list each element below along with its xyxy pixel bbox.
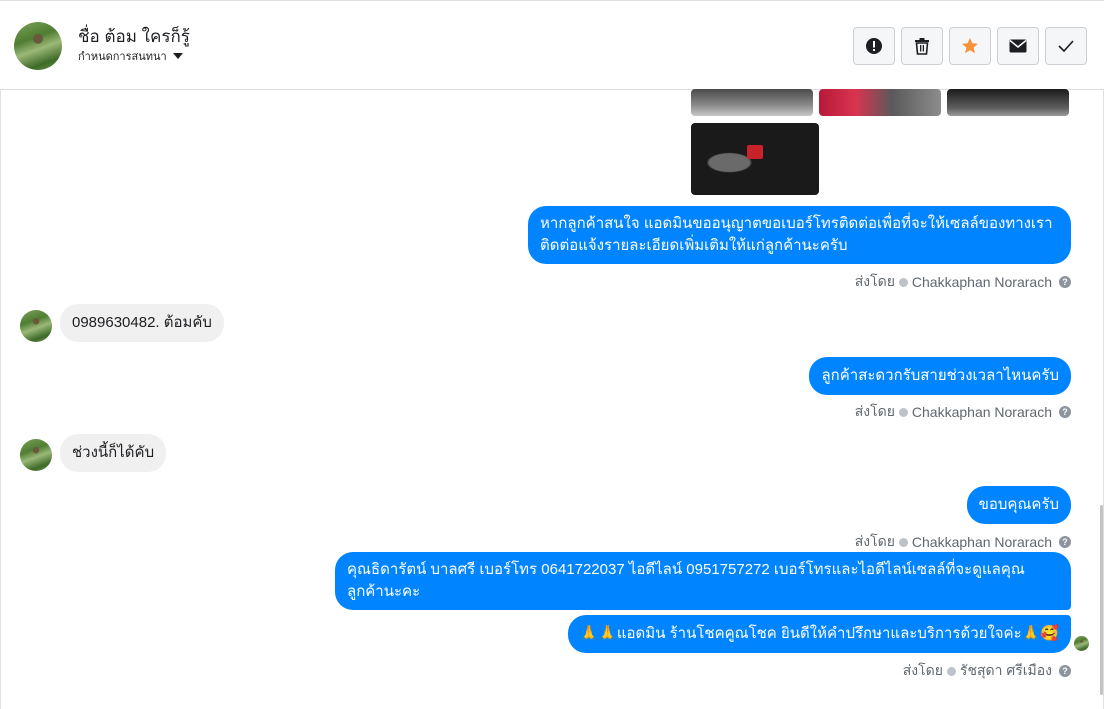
contact-avatar[interactable]	[14, 22, 62, 70]
sent-by-info: ส่งโดย Chakkaphan Norarach ?	[855, 401, 1071, 423]
outgoing-message[interactable]: คุณธิดารัตน์ บาลศรี เบอร์โทร 0641722037 …	[335, 552, 1071, 610]
assign-label: กำหนดการสนทนา	[78, 51, 167, 63]
outgoing-message[interactable]: ขอบคุณครับ	[966, 486, 1071, 524]
outgoing-message[interactable]: หากลูกค้าสนใจ แอดมินขออนุญาตขอเบอร์โทรติ…	[528, 206, 1071, 264]
help-icon[interactable]: ?	[1059, 406, 1071, 418]
agent-name[interactable]: Chakkaphan Norarach	[912, 274, 1052, 290]
star-icon	[962, 38, 978, 54]
sent-by-label: ส่งโดย	[854, 273, 895, 289]
caret-down-icon	[172, 53, 183, 59]
outgoing-message[interactable]: 🙏🙏แอดมิน ร้านโชคคูณโชค ยินดีให้คำปรึกษาแ…	[567, 615, 1071, 653]
status-dot-icon	[898, 407, 908, 417]
status-dot-icon	[898, 277, 908, 287]
header-actions	[853, 27, 1087, 65]
mark-unread-button[interactable]	[997, 27, 1039, 65]
conversation-header: ชื่อ ต้อม ใครก็รู้ กำหนดการสนทนา	[0, 0, 1104, 90]
photo-thumbnail[interactable]	[947, 89, 1069, 116]
mark-done-button[interactable]	[1045, 27, 1087, 65]
message-text: ลูกค้านะคะ	[347, 583, 421, 600]
message-text: ขอบคุณครับ	[978, 496, 1059, 513]
envelope-icon	[1009, 39, 1027, 53]
sent-by-label: ส่งโดย	[854, 403, 895, 419]
seen-avatar	[1074, 636, 1089, 651]
status-dot-icon	[898, 537, 908, 547]
trash-icon	[915, 38, 929, 55]
sent-by-label: ส่งโดย	[902, 662, 943, 678]
sent-by-label: ส่งโดย	[854, 533, 895, 549]
message-text: ลูกค้าสะดวกรับสายช่วงเวลาไหนครับ	[821, 367, 1059, 384]
incoming-message[interactable]: 0989630482. ต้อมคับ	[60, 304, 224, 342]
message-text: หากลูกค้าสนใจ แอดมินขออนุญาตขอเบอร์โทรติ…	[540, 215, 1053, 232]
help-icon[interactable]: ?	[1059, 536, 1071, 548]
star-button[interactable]	[949, 27, 991, 65]
photo-thumbnail[interactable]	[819, 89, 941, 116]
message-text: คุณธิดารัตน์ บาลศรี เบอร์โทร 0641722037 …	[347, 561, 1025, 578]
photo-thumbnail-dashboard[interactable]	[691, 123, 819, 195]
delete-button[interactable]	[901, 27, 943, 65]
scrollbar[interactable]	[1100, 505, 1103, 695]
sent-by-info: ส่งโดย Chakkaphan Norarach ?	[855, 271, 1071, 293]
agent-name[interactable]: Chakkaphan Norarach	[912, 404, 1052, 420]
assign-conversation-dropdown[interactable]: กำหนดการสนทนา	[78, 47, 183, 65]
sent-by-info: ส่งโดย รัชสุดา ศรีเมือง ?	[903, 660, 1071, 682]
status-dot-icon	[946, 666, 956, 676]
message-text: ช่วงนี้ก็ได้คับ	[72, 444, 155, 461]
agent-name[interactable]: รัชสุดา ศรีเมือง	[960, 660, 1052, 682]
agent-name[interactable]: Chakkaphan Norarach	[912, 534, 1052, 550]
incoming-message[interactable]: ช่วงนี้ก็ได้คับ	[60, 434, 167, 472]
outgoing-message[interactable]: ลูกค้าสะดวกรับสายช่วงเวลาไหนครับ	[809, 357, 1071, 395]
check-icon	[1058, 40, 1074, 52]
photo-thumbnail[interactable]	[691, 89, 813, 116]
sent-by-info: ส่งโดย Chakkaphan Norarach ?	[855, 531, 1071, 553]
message-text: 🙏🙏แอดมิน ร้านโชคคูณโชค ยินดีให้คำปรึกษาแ…	[579, 625, 1059, 642]
alert-icon	[866, 38, 882, 54]
contact-avatar-small[interactable]	[20, 439, 52, 471]
help-icon[interactable]: ?	[1059, 276, 1071, 288]
message-text: 0989630482. ต้อมคับ	[72, 314, 212, 331]
mark-spam-button[interactable]	[853, 27, 895, 65]
message-text: ติดต่อแจ้งรายละเอียดเพิ่มเติมให้แก่ลูกค้…	[540, 237, 848, 254]
help-icon[interactable]: ?	[1059, 665, 1071, 677]
contact-avatar-small[interactable]	[20, 310, 52, 342]
contact-name[interactable]: ชื่อ ต้อม ใครก็รู้	[78, 23, 190, 50]
